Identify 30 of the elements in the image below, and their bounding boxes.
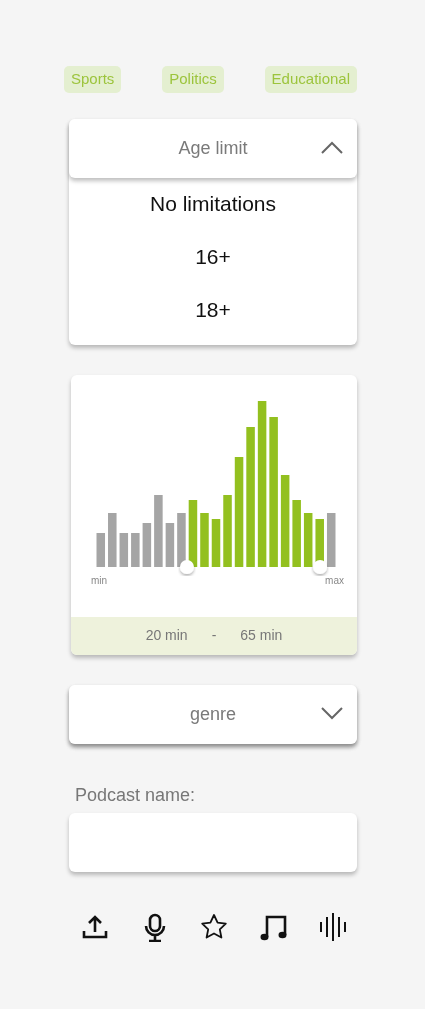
dropdown-label: Age limit: [178, 136, 248, 160]
histogram-bar: [188, 499, 198, 567]
histogram-bar: [327, 512, 336, 567]
histogram-bar: [108, 512, 117, 567]
min-label: min: [91, 573, 108, 588]
range-to: 65 min: [240, 626, 283, 645]
histogram-bar: [165, 522, 175, 567]
chevron-up-icon: [321, 140, 343, 154]
histogram-bar: [96, 532, 105, 567]
histogram-bar: [303, 512, 313, 567]
max-label: max: [325, 573, 344, 588]
histogram-bar: [200, 512, 209, 567]
field-label: Podcast name:: [74, 783, 197, 807]
dropdown-field[interactable]: Age limit: [69, 118, 357, 178]
name-input[interactable]: [69, 812, 357, 872]
histogram-bar: [211, 518, 221, 567]
chevron-down-icon: [321, 706, 343, 720]
histogram-bar: [177, 512, 186, 567]
range-separator: -: [211, 626, 217, 645]
histogram-bar: [119, 532, 129, 567]
dropdown-label: genre: [189, 702, 236, 726]
histogram-bar: [292, 499, 301, 567]
dropdown-option[interactable]: No limitations: [149, 188, 276, 220]
dropdown-field[interactable]: genre: [69, 684, 357, 744]
range-from: 20 min: [145, 626, 188, 645]
waveform-icon[interactable]: [318, 911, 348, 942]
dropdown-option[interactable]: 18+: [195, 294, 231, 326]
histogram-bar: [131, 532, 140, 567]
dropdown-option[interactable]: 16+: [195, 241, 231, 273]
histogram-bar: [142, 522, 152, 567]
